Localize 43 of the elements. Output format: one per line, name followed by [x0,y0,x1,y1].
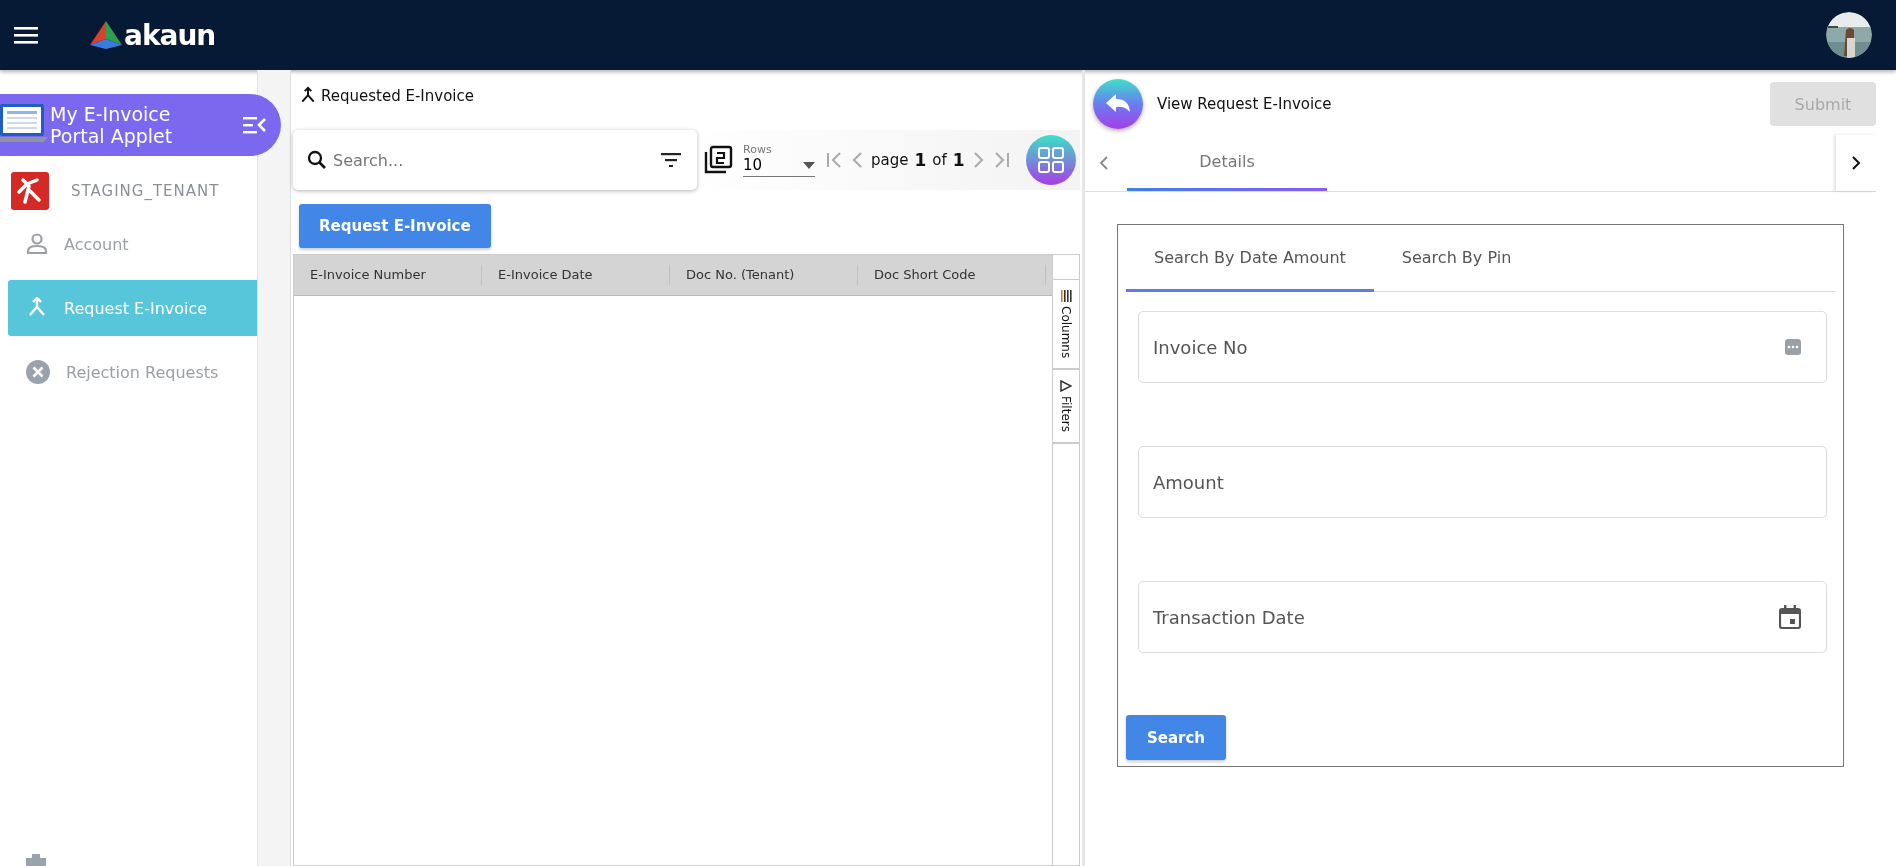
request-e-invoice-button[interactable]: Request E-Invoice [299,204,491,248]
filter-icon [1060,380,1072,393]
grid-view-button[interactable] [1026,135,1076,185]
column-header[interactable]: E-Invoice Number [294,265,482,285]
input-field[interactable]: Invoice No [1138,311,1827,383]
stacked-pages-icon[interactable] [703,145,733,175]
scroll-left-icon[interactable] [1099,155,1109,171]
tab[interactable]: Details [1127,135,1327,191]
calendar-icon[interactable] [1779,605,1801,629]
scroll-right-icon[interactable] [1851,155,1861,171]
menu-icon[interactable] [14,25,38,45]
cancel-icon [26,360,50,384]
search-icon [307,150,327,170]
panel-title: View Request E-Invoice [1157,95,1332,113]
input-field[interactable]: Transaction Date [1138,581,1827,653]
caret-icon [803,161,815,169]
column-header[interactable]: Doc No. (Tenant) [670,265,858,285]
tenant-logo-icon [11,172,49,210]
filter-icon[interactable] [661,153,681,167]
side-tab[interactable]: Filters [1053,370,1079,445]
tab[interactable]: Search By Date Amount [1126,225,1374,292]
panel-title: Requested E-Invoice [321,87,474,105]
page-word: page [871,151,909,169]
back-button[interactable] [1093,79,1143,129]
columns-icon [1060,290,1072,302]
column-header[interactable]: Doc Short Code [858,265,1046,285]
total-pages: 1 [952,150,965,170]
column-header[interactable]: E-Invoice Date [482,265,670,285]
side-tab[interactable]: Columns [1053,280,1079,371]
more-icon[interactable] [1785,339,1801,355]
tab[interactable]: Search By Pin [1373,225,1540,292]
tenant-name: STAGING_TENANT [71,182,220,200]
page-number: 1 [914,150,927,170]
person-icon [26,233,48,255]
rows-select[interactable]: Rows 10 [743,143,815,177]
applet-title: My E-Invoice Portal Applet [50,103,174,147]
of-word: of [932,151,947,169]
logo-text: akaun [124,18,216,52]
search-field[interactable]: Search... [293,130,697,190]
collapse-sidebar-button[interactable] [243,116,267,134]
input-field[interactable]: Amount [1138,446,1827,518]
logo-icon [90,21,122,49]
search-button[interactable]: Search [1126,715,1226,760]
